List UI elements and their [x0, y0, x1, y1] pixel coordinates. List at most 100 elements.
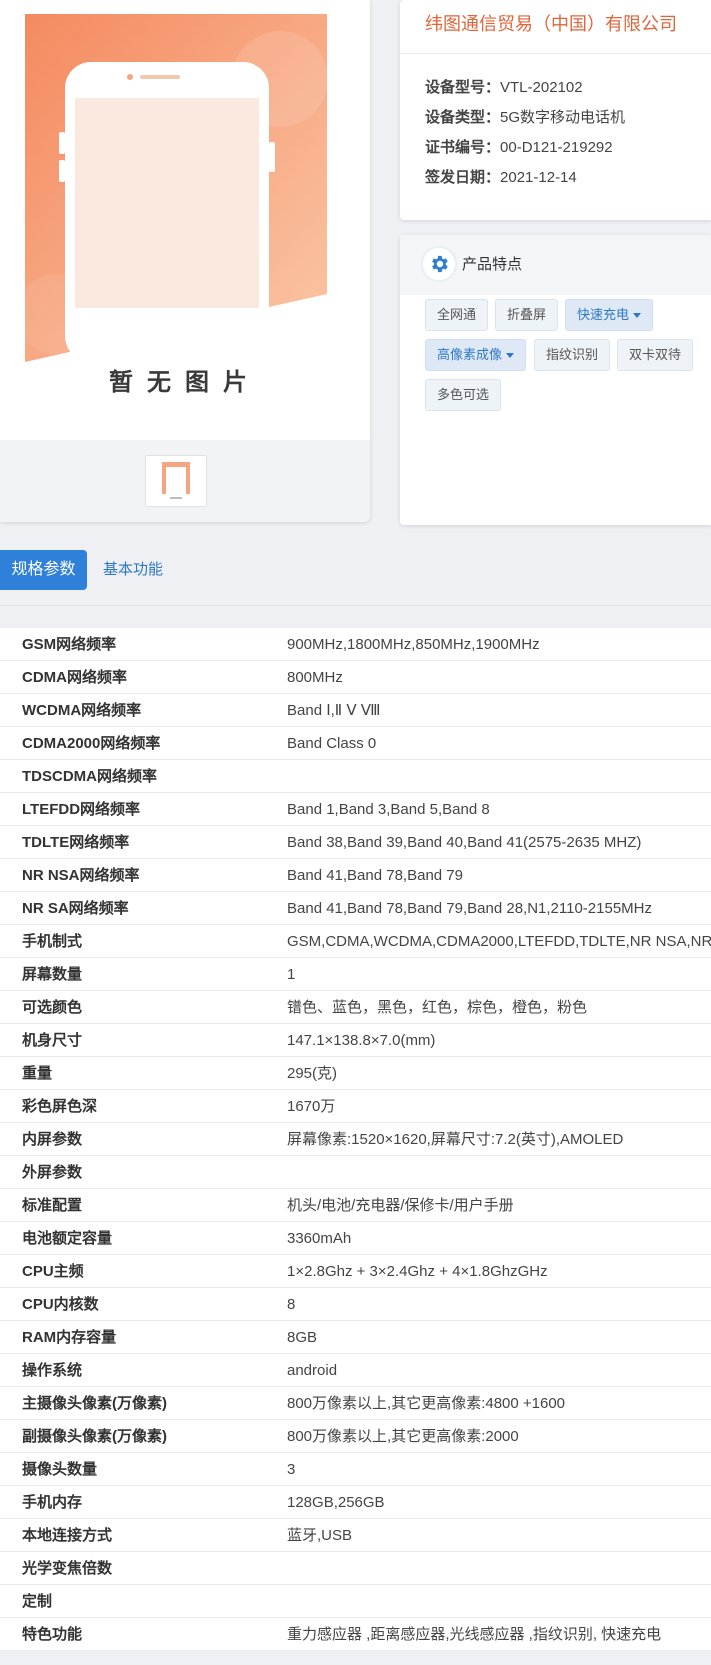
issue-date-row: 签发日期：2021-12-14: [425, 166, 577, 187]
spec-value: Band 41,Band 78,Band 79: [287, 867, 463, 884]
table-row: 手机内存 128GB,256GB: [0, 1486, 711, 1519]
feature-tag[interactable]: 双卡双待: [617, 339, 694, 371]
spec-value: 800万像素以上,其它更高像素:2000: [287, 1428, 519, 1445]
spec-label: 操作系统: [22, 1362, 83, 1379]
spec-label: WCDMA网络频率: [22, 702, 142, 719]
spec-label: 内屏参数: [22, 1131, 83, 1148]
caret-down-icon: [633, 313, 642, 319]
table-row: 内屏参数 屏幕像素:1520×1620,屏幕尺寸:7.2(英寸),AMOLED: [0, 1123, 711, 1156]
table-row: WCDMA网络频率 Band Ⅰ,Ⅱ Ⅴ Ⅷ: [0, 694, 711, 727]
thumbnail-item[interactable]: [145, 455, 207, 507]
features-header: 产品特点: [400, 235, 711, 295]
info-value: 2021-12-14: [500, 169, 577, 186]
tag-label: 指纹识别: [546, 347, 599, 362]
feature-tag-dropdown[interactable]: 快速充电: [565, 299, 654, 331]
spec-label: RAM内存容量: [22, 1329, 117, 1346]
company-name: 纬图通信贸易（中国）有限公司: [425, 14, 677, 34]
spec-value: 3: [287, 1461, 296, 1478]
spec-value: Band Class 0: [287, 735, 377, 752]
spec-label: 主摄像头像素(万像素): [22, 1395, 167, 1412]
spec-value: 800万像素以上,其它更高像素:4800 +1600: [287, 1395, 566, 1412]
table-row: CDMA网络频率 800MHz: [0, 661, 711, 694]
feature-tag-dropdown[interactable]: 高像素成像: [425, 339, 527, 371]
spec-label: NR SA网络频率: [22, 900, 129, 917]
device-info-card: 纬图通信贸易（中国）有限公司 设备型号：VTL-202102 设备类型：5G数字…: [400, 0, 711, 220]
spec-value: 147.1×138.8×7.0(mm): [287, 1032, 436, 1049]
tag-label: 双卡双待: [629, 347, 682, 362]
feature-tag[interactable]: 全网通: [425, 299, 489, 331]
tag-label: 全网通: [437, 307, 477, 322]
tag-label: 高像素成像: [437, 347, 503, 362]
table-row: 标准配置 机头/电池/充电器/保修卡/用户手册: [0, 1189, 711, 1222]
thumbnail-image: [162, 462, 190, 499]
spec-label: 摄像头数量: [22, 1461, 98, 1478]
spec-label: 机身尺寸: [22, 1032, 83, 1049]
info-label: 设备型号：: [425, 79, 501, 96]
table-row: 操作系统 android: [0, 1354, 711, 1387]
spec-value: 295(克): [287, 1065, 338, 1082]
spec-label: 副摄像头像素(万像素): [22, 1428, 167, 1445]
table-row: 定制: [0, 1585, 711, 1618]
table-row: 手机制式 GSM,CDMA,WCDMA,CDMA2000,LTEFDD,TDLTE…: [0, 925, 711, 958]
spec-label: LTEFDD网络频率: [22, 801, 141, 818]
table-row: 屏幕数量 1: [0, 958, 711, 991]
table-row: 本地连接方式 蓝牙,USB: [0, 1519, 711, 1552]
divider: [400, 53, 711, 54]
spec-value: Band 38,Band 39,Band 40,Band 41(2575-263…: [287, 834, 642, 851]
spec-value: 800MHz: [287, 669, 343, 686]
info-label: 设备类型：: [425, 109, 501, 126]
device-type-row: 设备类型：5G数字移动电话机: [425, 106, 625, 127]
table-row: 特色功能 重力感应器 ,距离感应器,光线感应器 ,指纹识别, 快速充电: [0, 1618, 711, 1651]
spec-value: 机头/电池/充电器/保修卡/用户手册: [287, 1197, 514, 1214]
table-row: 电池额定容量 3360mAh: [0, 1222, 711, 1255]
table-row: 可选颜色 镨色、蓝色，黑色，红色，棕色，橙色，粉色: [0, 991, 711, 1024]
tab-basic-functions[interactable]: 基本功能: [103, 550, 163, 590]
spec-label: 彩色屏色深: [22, 1098, 98, 1115]
spec-label: 外屏参数: [22, 1164, 83, 1181]
table-row: NR NSA网络频率 Band 41,Band 78,Band 79: [0, 859, 711, 892]
spec-label: NR NSA网络频率: [22, 867, 140, 884]
main-image: 暂无图片: [0, 0, 370, 440]
spec-label: TDSCDMA网络频率: [22, 768, 157, 785]
spec-value: 屏幕像素:1520×1620,屏幕尺寸:7.2(英寸),AMOLED: [287, 1131, 624, 1148]
spec-value: Band 41,Band 78,Band 79,Band 28,N1,2110-…: [287, 900, 652, 917]
table-row: 机身尺寸 147.1×138.8×7.0(mm): [0, 1024, 711, 1057]
spec-value: 1670万: [287, 1098, 336, 1115]
spec-value: android: [287, 1362, 338, 1379]
spec-label: CDMA2000网络频率: [22, 735, 161, 752]
spec-label: 标准配置: [22, 1197, 83, 1214]
feature-tag[interactable]: 指纹识别: [534, 339, 611, 371]
spec-label: TDLTE网络频率: [22, 834, 130, 851]
spec-value: 3360mAh: [287, 1230, 352, 1247]
table-row: 主摄像头像素(万像素) 800万像素以上,其它更高像素:4800 +1600: [0, 1387, 711, 1420]
info-label: 签发日期：: [425, 169, 501, 186]
product-features-card: 产品特点 全网通 折叠屏 快速充电 高像素成像 指纹识别 双卡双待 多色可选: [400, 235, 711, 525]
spec-value: 蓝牙,USB: [287, 1527, 353, 1544]
table-row: CDMA2000网络频率 Band Class 0: [0, 727, 711, 760]
spec-value: 重力感应器 ,距离感应器,光线感应器 ,指纹识别, 快速充电: [287, 1626, 662, 1643]
table-row: NR SA网络频率 Band 41,Band 78,Band 79,Band 28…: [0, 892, 711, 925]
spec-value: 8GB: [287, 1329, 318, 1346]
spec-label: 光学变焦倍数: [22, 1560, 113, 1577]
spec-value: 128GB,256GB: [287, 1494, 385, 1511]
table-row: LTEFDD网络频率 Band 1,Band 3,Band 5,Band 8: [0, 793, 711, 826]
spec-value: Band 1,Band 3,Band 5,Band 8: [287, 801, 490, 818]
info-label: 证书编号：: [425, 139, 501, 156]
tab-specs[interactable]: 规格参数: [0, 550, 87, 590]
spec-label: 特色功能: [22, 1626, 83, 1643]
tag-label: 快速充电: [577, 307, 630, 322]
spec-label: 本地连接方式: [22, 1527, 113, 1544]
feature-tag[interactable]: 折叠屏: [495, 299, 559, 331]
tag-label: 多色可选: [437, 387, 490, 402]
spec-table: GSM网络频率 900MHz,1800MHz,850MHz,1900MHz CDM…: [0, 628, 711, 1651]
feature-tag[interactable]: 多色可选: [425, 379, 502, 411]
device-model-row: 设备型号：VTL-202102: [425, 76, 583, 97]
tag-label: 折叠屏: [507, 307, 547, 322]
spec-label: CDMA网络频率: [22, 669, 127, 686]
features-title: 产品特点: [462, 256, 523, 273]
spec-value: 镨色、蓝色，黑色，红色，棕色，橙色，粉色: [287, 999, 588, 1016]
table-row: TDSCDMA网络频率: [0, 760, 711, 793]
spec-value: 1×2.8Ghz + 3×2.4Ghz + 4×1.8GhzGHz: [287, 1263, 548, 1280]
table-row: 外屏参数: [0, 1156, 711, 1189]
spec-label: 定制: [22, 1593, 53, 1610]
